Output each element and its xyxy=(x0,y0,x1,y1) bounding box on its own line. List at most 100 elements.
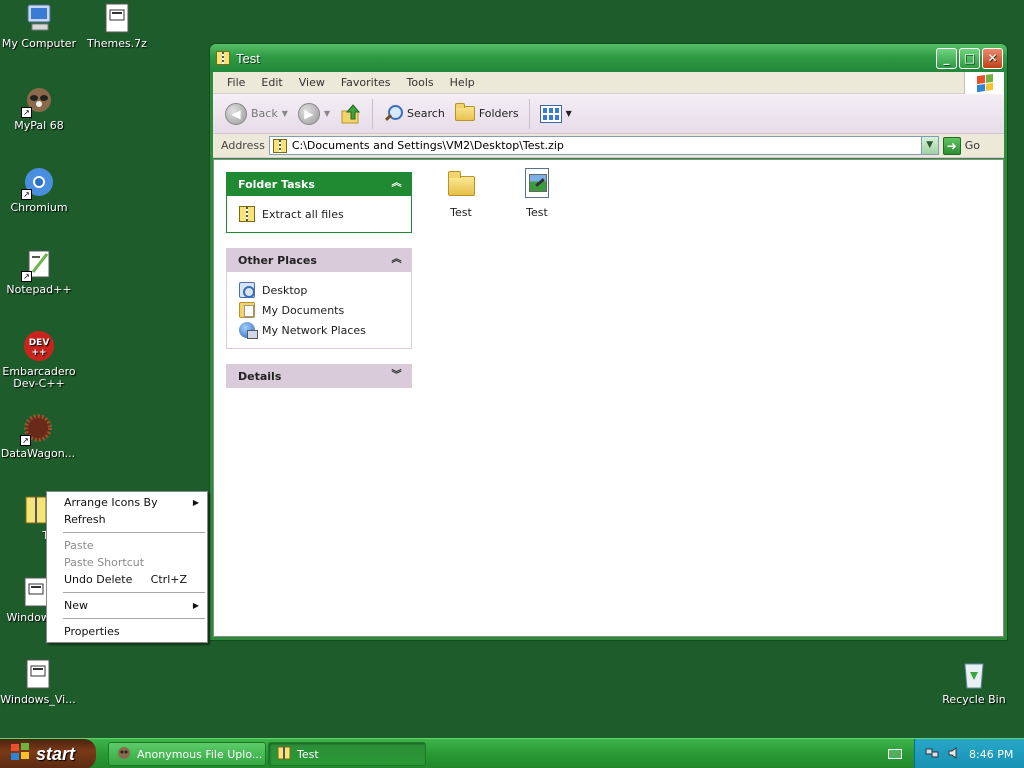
desktop-icon-mypal[interactable]: ↗ MyPal 68 xyxy=(0,84,79,132)
desktop-icon-dev-cpp[interactable]: DEV ++ Embarcadero Dev-C++ xyxy=(0,330,79,390)
taskbar-button-test[interactable]: Test xyxy=(268,742,426,766)
menu-item-new[interactable]: New ▶ xyxy=(47,597,207,614)
desktop-icon-label: Chromium xyxy=(10,202,68,214)
menu-item-shortcut: Ctrl+Z xyxy=(150,573,187,586)
back-arrow-icon: ◀ xyxy=(225,102,247,125)
standard-toolbar: ◀ Back ▼ ▶ ▼ Search Folders ▼ xyxy=(213,94,1004,134)
menu-view[interactable]: View xyxy=(291,76,333,89)
clock[interactable]: 8:46 PM xyxy=(969,748,1013,761)
start-label: start xyxy=(36,743,76,764)
folder-tasks-title: Folder Tasks xyxy=(238,177,315,191)
address-bar: Address C:\Documents and Settings\VM2\De… xyxy=(213,134,1004,158)
svg-text:DEV: DEV xyxy=(29,338,50,348)
submenu-arrow-icon: ▶ xyxy=(192,601,199,610)
image-file-icon xyxy=(521,168,553,200)
volume-tray-icon[interactable] xyxy=(947,746,961,763)
menu-file[interactable]: File xyxy=(219,76,253,89)
minimize-button[interactable]: _ xyxy=(936,48,957,69)
place-my-network-places-link[interactable]: My Network Places xyxy=(239,320,399,340)
file-item-folder[interactable]: Test xyxy=(431,168,491,219)
views-button[interactable]: ▼ xyxy=(536,104,576,123)
file-item-image[interactable]: Test xyxy=(507,168,567,219)
chromium-icon: ↗ xyxy=(21,166,55,200)
menu-item-paste: Paste xyxy=(47,537,207,554)
desktop-icon-chromium[interactable]: ↗ Chromium xyxy=(0,166,79,214)
desktop-icon-recycle-bin[interactable]: Recycle Bin xyxy=(934,658,1014,706)
folder-tasks-header[interactable]: Folder Tasks ︽ xyxy=(226,172,412,196)
menu-item-undo-delete[interactable]: Undo Delete Ctrl+Z xyxy=(47,571,207,588)
menu-edit[interactable]: Edit xyxy=(253,76,290,89)
zip-folder-icon xyxy=(277,746,291,763)
desktop-icon-label: Windows_Vi... xyxy=(0,694,76,706)
menu-tools[interactable]: Tools xyxy=(399,76,442,89)
submenu-arrow-icon: ▶ xyxy=(192,498,199,507)
desktop-icon-datawagon[interactable]: ↗ DataWagon... xyxy=(0,412,78,460)
taskbar-button-file-upload[interactable]: Anonymous File Uplo... xyxy=(108,742,266,766)
taskbar: start Anonymous File Uplo... Test 8:46 P… xyxy=(0,738,1024,768)
collapse-chevron-icon[interactable]: ︽ xyxy=(389,253,404,268)
window-titlebar[interactable]: Test _ □ ✕ xyxy=(210,44,1007,72)
other-places-body: Desktop My Documents My Network Places xyxy=(226,272,412,349)
expand-chevron-icon[interactable]: ︾ xyxy=(389,369,404,384)
desktop-icon-label: My Computer xyxy=(1,38,77,50)
menu-item-label: Paste xyxy=(64,539,94,552)
folder-content-area[interactable]: Folder Tasks ︽ Extract all files Other P… xyxy=(213,159,1004,637)
place-desktop-link[interactable]: Desktop xyxy=(239,280,399,300)
folders-label: Folders xyxy=(478,107,519,120)
start-button[interactable]: start xyxy=(0,739,96,768)
back-button[interactable]: ◀ Back ▼ xyxy=(221,102,292,125)
menu-item-arrange-icons-by[interactable]: Arrange Icons By ▶ xyxy=(47,494,207,511)
chevron-down-icon[interactable]: ▼ xyxy=(920,137,938,154)
shortcut-arrow-icon: ↗ xyxy=(20,435,31,446)
menu-item-label: Paste Shortcut xyxy=(64,556,145,569)
keyboard-icon[interactable] xyxy=(888,749,902,759)
back-label: Back xyxy=(251,107,278,120)
search-button[interactable]: Search xyxy=(379,104,449,124)
folders-button[interactable]: Folders xyxy=(451,103,523,121)
extract-all-files-link[interactable]: Extract all files xyxy=(239,204,399,224)
address-input[interactable]: C:\Documents and Settings\VM2\Desktop\Te… xyxy=(268,136,939,155)
network-tray-icon[interactable] xyxy=(925,746,939,763)
address-value: C:\Documents and Settings\VM2\Desktop\Te… xyxy=(291,139,564,152)
desktop-icon-themes-7z[interactable]: Themes.7z xyxy=(77,2,157,50)
go-label: Go xyxy=(964,139,980,152)
dropdown-arrow-icon: ▼ xyxy=(281,109,288,118)
menu-help[interactable]: Help xyxy=(442,76,483,89)
other-places-header[interactable]: Other Places ︽ xyxy=(226,248,412,272)
desktop-icon-windows-vi[interactable]: Windows_Vi... xyxy=(0,658,78,706)
folders-icon xyxy=(454,103,475,121)
details-header[interactable]: Details ︾ xyxy=(226,364,412,388)
up-button[interactable] xyxy=(336,103,366,125)
menu-item-refresh[interactable]: Refresh xyxy=(47,511,207,528)
menu-favorites[interactable]: Favorites xyxy=(333,76,399,89)
forward-arrow-icon: ▶ xyxy=(297,102,320,125)
menu-item-properties[interactable]: Properties xyxy=(47,623,207,640)
collapse-chevron-icon[interactable]: ︽ xyxy=(389,177,404,192)
raccoon-icon xyxy=(117,746,131,763)
desktop-context-menu: Arrange Icons By ▶ Refresh Paste Paste S… xyxy=(46,491,208,643)
computer-icon xyxy=(23,2,55,34)
place-label: My Network Places xyxy=(262,323,366,337)
desktop-icon-label: DataWagon... xyxy=(0,448,76,460)
folder-tasks-body: Extract all files xyxy=(226,196,412,233)
place-label: Desktop xyxy=(262,283,308,297)
shortcut-arrow-icon: ↗ xyxy=(21,271,32,282)
zip-folder-icon xyxy=(272,138,287,153)
maximize-button[interactable]: □ xyxy=(959,48,980,69)
desktop-icon-label: Themes.7z xyxy=(87,38,147,50)
desktop-icon-my-computer[interactable]: My Computer xyxy=(0,2,79,50)
close-button[interactable]: ✕ xyxy=(982,48,1003,69)
desktop-icon-notepad-plus-plus[interactable]: ↗ Notepad++ xyxy=(0,248,79,296)
desktop-icon-label: Recycle Bin xyxy=(942,694,1006,706)
task-pane: Folder Tasks ︽ Extract all files Other P… xyxy=(226,172,412,403)
notepad-plus-plus-icon: ↗ xyxy=(21,248,55,282)
go-button[interactable]: ➜ Go xyxy=(942,136,1000,155)
go-arrow-icon: ➜ xyxy=(942,136,961,155)
menu-item-label: Properties xyxy=(64,625,120,638)
toolbar-separator xyxy=(528,98,530,129)
task-link-label: Extract all files xyxy=(262,207,344,221)
datawagon-icon: ↗ xyxy=(20,412,54,446)
place-my-documents-link[interactable]: My Documents xyxy=(239,300,399,320)
search-label: Search xyxy=(407,107,445,120)
forward-button[interactable]: ▶ ▼ xyxy=(294,102,334,125)
